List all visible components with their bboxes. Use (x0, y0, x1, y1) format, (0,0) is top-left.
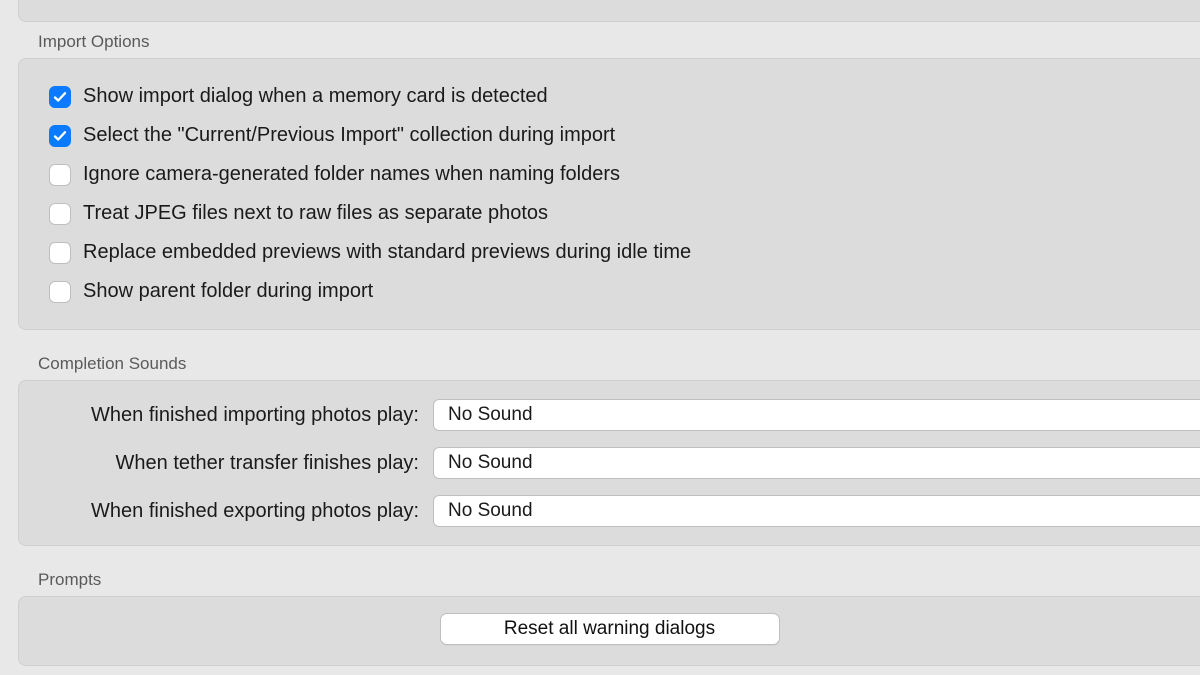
sound-select-value: No Sound (448, 452, 533, 474)
import-option-row: Treat JPEG files next to raw files as se… (49, 194, 1200, 233)
checkmark-icon (53, 90, 67, 104)
import-option-checkbox-4[interactable] (49, 242, 71, 264)
import-option-label: Replace embedded previews with standard … (83, 241, 691, 264)
previous-section-stub (18, 0, 1200, 22)
import-option-label: Show import dialog when a memory card is… (83, 85, 548, 108)
sound-label: When finished exporting photos play: (49, 500, 419, 523)
import-option-label: Select the "Current/Previous Import" col… (83, 124, 615, 147)
import-option-row: Show import dialog when a memory card is… (49, 77, 1200, 116)
import-option-row: Show parent folder during import (49, 272, 1200, 311)
sound-select-value: No Sound (448, 500, 533, 522)
reset-warnings-label: Reset all warning dialogs (504, 618, 715, 640)
sound-select-export[interactable]: No Sound (433, 495, 1200, 527)
sound-select-tether[interactable]: No Sound (433, 447, 1200, 479)
sound-label: When finished importing photos play: (49, 404, 419, 427)
prompts-title: Prompts (38, 570, 1182, 590)
sound-select-value: No Sound (448, 404, 533, 426)
import-option-row: Ignore camera-generated folder names whe… (49, 155, 1200, 194)
import-option-row: Replace embedded previews with standard … (49, 233, 1200, 272)
completion-sounds-panel: When finished importing photos play: No … (18, 380, 1200, 546)
import-options-title: Import Options (38, 32, 1182, 52)
import-option-checkbox-5[interactable] (49, 281, 71, 303)
import-option-row: Select the "Current/Previous Import" col… (49, 116, 1200, 155)
import-option-label: Treat JPEG files next to raw files as se… (83, 202, 548, 225)
import-option-label: Ignore camera-generated folder names whe… (83, 163, 620, 186)
import-option-checkbox-2[interactable] (49, 164, 71, 186)
import-option-checkbox-0[interactable] (49, 86, 71, 108)
import-option-checkbox-3[interactable] (49, 203, 71, 225)
import-option-checkbox-1[interactable] (49, 125, 71, 147)
import-option-label: Show parent folder during import (83, 280, 373, 303)
reset-warnings-button[interactable]: Reset all warning dialogs (440, 613, 780, 645)
sound-row-export: When finished exporting photos play: No … (49, 487, 1200, 535)
prompts-panel: Reset all warning dialogs (18, 596, 1200, 666)
sound-label: When tether transfer finishes play: (49, 452, 419, 475)
sound-row-import: When finished importing photos play: No … (49, 391, 1200, 439)
completion-sounds-title: Completion Sounds (38, 354, 1182, 374)
import-options-panel: Show import dialog when a memory card is… (18, 58, 1200, 330)
checkmark-icon (53, 129, 67, 143)
sound-select-import[interactable]: No Sound (433, 399, 1200, 431)
sound-row-tether: When tether transfer finishes play: No S… (49, 439, 1200, 487)
